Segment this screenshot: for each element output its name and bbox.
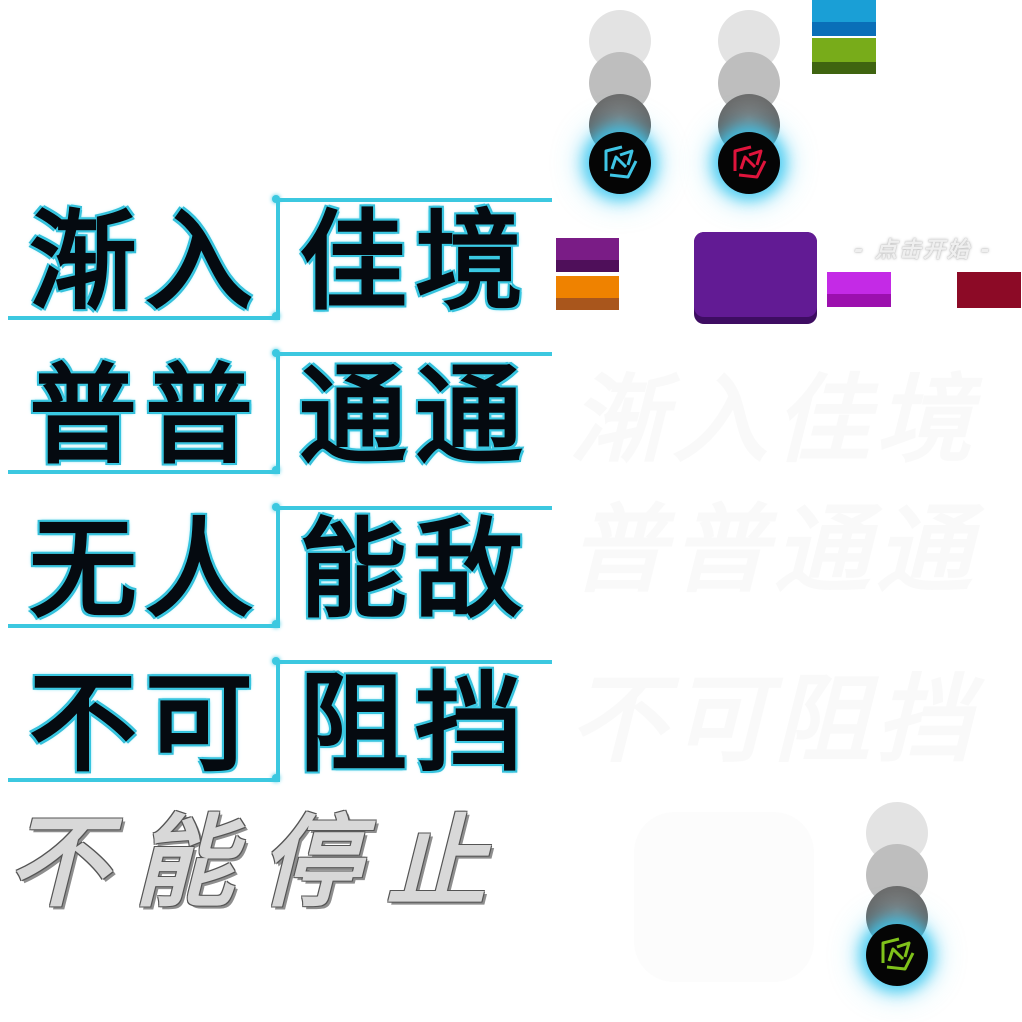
- orb-active[interactable]: [718, 132, 780, 194]
- title-right-text: 阻挡: [298, 662, 531, 787]
- title-row-2: 普普 通通: [8, 349, 552, 482]
- orb-stack-cyan: [559, 0, 679, 200]
- ghost-text: 普普通通: [570, 490, 950, 610]
- title-left-text: 普普: [28, 354, 261, 479]
- title-row-1: 渐入 佳境: [8, 195, 552, 328]
- orb-stack-red: [688, 0, 808, 200]
- title-right-text: 佳境: [298, 200, 531, 325]
- orb-active[interactable]: [589, 132, 651, 194]
- orange-button-top[interactable]: [556, 276, 619, 298]
- ghost-panel: [634, 812, 814, 982]
- title-right-text: 通通: [298, 354, 531, 479]
- green-arrow-icon: [881, 937, 915, 971]
- title-row-3: 无人 能敌: [8, 503, 552, 636]
- title-right-text: 能敌: [298, 508, 531, 633]
- magenta-button-bottom[interactable]: [827, 294, 891, 307]
- crimson-button[interactable]: [957, 272, 1021, 308]
- title-row-4: 不可 阻挡: [8, 657, 552, 790]
- orange-button-bottom[interactable]: [556, 298, 619, 310]
- violet-panel[interactable]: [694, 232, 817, 317]
- cyan-arrow-icon: [604, 145, 638, 179]
- magenta-button-top[interactable]: [827, 272, 891, 294]
- start-label[interactable]: - 点击开始 -: [828, 230, 1018, 266]
- purple-button-bottom[interactable]: [556, 260, 619, 272]
- red-arrow-icon: [733, 145, 767, 179]
- ghost-text: 不可阻挡: [570, 660, 950, 780]
- title-left-text: 不可: [28, 662, 261, 787]
- orb-stack-green: [836, 792, 956, 992]
- title-left-text: 渐入: [28, 200, 261, 325]
- title-left-text: 无人: [28, 508, 261, 633]
- blue-button-bottom[interactable]: [812, 22, 876, 36]
- green-button-bottom[interactable]: [812, 62, 876, 74]
- green-button-top[interactable]: [812, 38, 876, 62]
- chrome-title: 不能停止: [8, 804, 512, 921]
- orb-active[interactable]: [866, 924, 928, 986]
- blue-button-top[interactable]: [812, 0, 876, 22]
- ghost-text: 渐入佳境: [570, 360, 950, 480]
- purple-button-top[interactable]: [556, 238, 619, 260]
